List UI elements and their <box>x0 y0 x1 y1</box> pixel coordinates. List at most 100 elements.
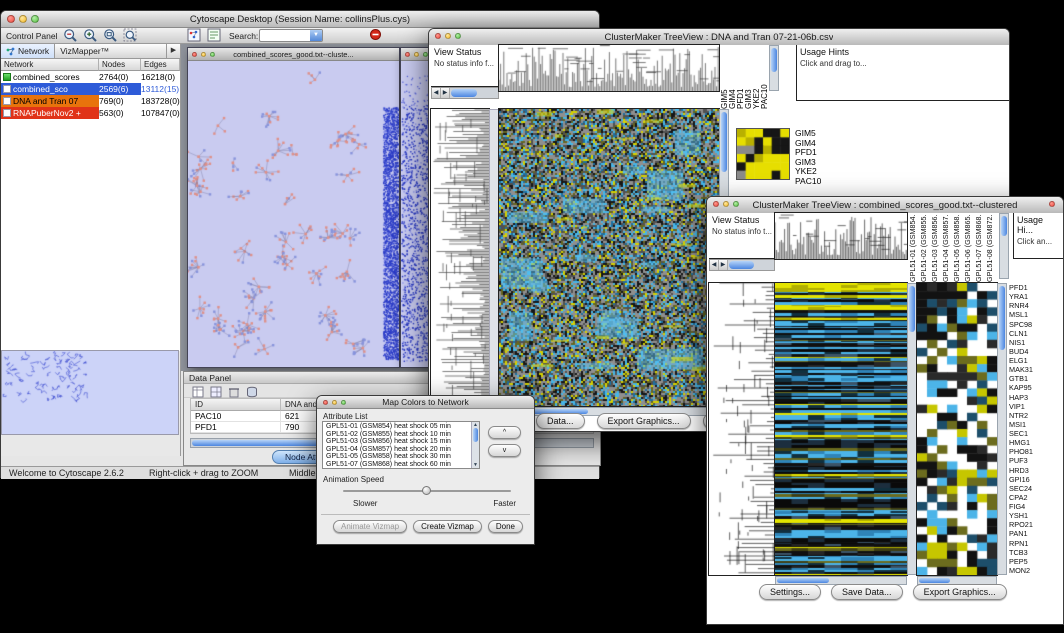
tv2-row-label[interactable]: PUF3 <box>1009 456 1063 465</box>
attribute-list-item[interactable]: GPL51-03 (GSM856) heat shock 15 min <box>324 438 470 446</box>
tab-vizmapper[interactable]: VizMapper™ <box>55 44 167 58</box>
network-overview-thumbnail[interactable] <box>2 351 178 434</box>
zoom-button[interactable] <box>455 33 461 39</box>
tv2-row-label[interactable]: MSI1 <box>1009 420 1063 429</box>
secondary-heatmap-canvas[interactable] <box>917 283 997 575</box>
animate-vizmap-button[interactable]: Animate Vizmap <box>333 520 407 533</box>
view-status-scrollbar[interactable]: ◀ ▶ <box>709 259 775 271</box>
scrollbar-thumb[interactable] <box>777 578 829 583</box>
view-status-scrollbar[interactable]: ◀ ▶ <box>431 87 499 99</box>
scroll-right-icon[interactable]: ▶ <box>719 260 728 270</box>
tv2-row-label[interactable]: GTB1 <box>1009 374 1063 383</box>
attribute-list-item[interactable]: GPL51-01 (GSM854) heat shock 05 min <box>324 423 470 431</box>
column-dendrogram[interactable] <box>775 213 907 259</box>
close-button[interactable] <box>435 33 441 39</box>
scrollbar-thumb[interactable] <box>721 112 727 172</box>
network-graph-canvas[interactable] <box>188 61 399 367</box>
tv2-row-label[interactable]: GPI16 <box>1009 475 1063 484</box>
tv2-row-label[interactable]: PEP5 <box>1009 557 1063 566</box>
scroll-left-icon[interactable]: ◀ <box>432 88 441 98</box>
heatmap-canvas[interactable] <box>499 109 719 406</box>
tv2-column-label[interactable]: GPL51-02 (GSM855... <box>918 214 929 282</box>
tv2-column-label[interactable]: GPL51-06 (GSM865... <box>962 214 973 282</box>
tv2-row-label[interactable]: MON2 <box>1009 566 1063 575</box>
attribute-list-item[interactable]: GPL51-05 (GSM858) heat shock 30 min <box>324 453 470 461</box>
tv2-column-label[interactable]: GPL51-08 (GSM872... <box>984 214 995 282</box>
tv1-column-label[interactable]: GIM5 <box>721 47 729 109</box>
scroll-left-icon[interactable]: ◀ <box>710 260 719 270</box>
tv1-row-label[interactable]: PAC10 <box>795 177 821 187</box>
scrollbar-thumb[interactable] <box>909 286 915 332</box>
slider-thumb[interactable] <box>422 486 431 495</box>
tv2-row-label[interactable]: FIG4 <box>1009 502 1063 511</box>
scrollbar-thumb[interactable] <box>729 261 754 269</box>
scroll-down-icon[interactable]: ▼ <box>472 462 479 468</box>
network-view-icon[interactable] <box>187 28 202 43</box>
scroll-right-icon[interactable]: ▶ <box>441 88 450 98</box>
zoom-fit-icon[interactable] <box>103 28 118 43</box>
column-label-scrollbar[interactable] <box>769 45 779 91</box>
tv2-button[interactable]: Settings... <box>759 584 821 600</box>
tv2-row-label[interactable]: CLN1 <box>1009 329 1063 338</box>
tv2-row-label[interactable]: SEC24 <box>1009 484 1063 493</box>
move-up-button[interactable]: ^ <box>488 426 521 439</box>
tv1-button[interactable]: Export Graphics... <box>597 413 691 429</box>
network-list-item[interactable]: combined_scores2764(0)16218(0) <box>1 71 180 83</box>
tv2-row-label[interactable]: NTR2 <box>1009 411 1063 420</box>
tv1-column-label[interactable]: PFD1 <box>737 47 745 109</box>
tv2-row-label[interactable]: HMG1 <box>1009 438 1063 447</box>
dialog-titlebar[interactable]: Map Colors to Network <box>317 396 534 409</box>
secondary-vscrollbar[interactable] <box>997 283 1007 575</box>
row-dendrogram[interactable] <box>709 283 775 575</box>
tv2-column-label[interactable]: GPL51-07 (GSM868... <box>973 214 984 282</box>
tv2-row-label[interactable]: YSH1 <box>1009 511 1063 520</box>
tv2-column-label[interactable]: GPL51-04 (GSM857... <box>940 214 951 282</box>
tv2-button[interactable]: Export Graphics... <box>913 584 1007 600</box>
scrollbar-thumb[interactable] <box>1001 216 1007 236</box>
scrollbar-track[interactable] <box>728 260 774 270</box>
network-list-item[interactable]: combined_sco2569(6)13112(15) <box>1 83 180 95</box>
tv2-button[interactable]: Save Data... <box>831 584 903 600</box>
done-button[interactable]: Done <box>488 520 523 533</box>
tv1-column-label[interactable]: YKE2 <box>753 47 761 109</box>
tv2-column-label[interactable]: GPL51-03 (GSM856... <box>929 214 940 282</box>
minimize-button[interactable] <box>332 400 337 405</box>
scrollbar-thumb[interactable] <box>473 428 478 442</box>
create-vizmap-button[interactable]: Create Vizmap <box>413 520 482 533</box>
zoom-button[interactable] <box>210 52 215 57</box>
tv2-row-label[interactable]: RPN1 <box>1009 539 1063 548</box>
tv2-row-label[interactable]: TCB3 <box>1009 548 1063 557</box>
treeview2-titlebar[interactable]: ClusterMaker TreeView : combined_scores_… <box>707 197 1063 214</box>
tv1-column-label[interactable]: PAC10 <box>761 47 769 109</box>
tab-network[interactable]: Network <box>1 44 55 58</box>
tv2-row-label[interactable]: SPC98 <box>1009 320 1063 329</box>
scrollbar-track[interactable] <box>450 88 498 98</box>
tv2-row-label[interactable]: ELG1 <box>1009 356 1063 365</box>
tv2-row-label[interactable]: VIP1 <box>1009 402 1063 411</box>
tv1-column-label[interactable]: GIM4 <box>729 47 737 109</box>
red-status-icon[interactable] <box>369 28 384 43</box>
list-vscrollbar[interactable]: ▲ ▼ <box>471 422 479 468</box>
row-dendrogram[interactable] <box>431 109 489 406</box>
column-label-scrollbar[interactable] <box>999 213 1009 279</box>
attribute-listbox[interactable]: GPL51-01 (GSM854) heat shock 05 min GPL51… <box>322 421 480 469</box>
network-list-item[interactable]: DNA and Tran 07769(0)183728(0) <box>1 95 180 107</box>
scrollbar-thumb[interactable] <box>771 48 777 72</box>
close-button[interactable] <box>192 52 197 57</box>
scrollbar-thumb[interactable] <box>451 89 477 97</box>
tv2-column-label[interactable]: GPL51-05 (GSM858... <box>951 214 962 282</box>
tv2-column-label[interactable]: GPL51-01 (GSM854... <box>907 214 918 282</box>
heatmap-canvas[interactable] <box>775 283 907 575</box>
zoom-button[interactable] <box>31 15 39 23</box>
column-header-nodes[interactable]: Nodes <box>99 59 141 71</box>
treeview1-titlebar[interactable]: ClusterMaker TreeView : DNA and Tran 07-… <box>429 29 1009 46</box>
chevron-down-icon[interactable]: ▼ <box>310 30 322 41</box>
zoom-button[interactable] <box>733 201 739 207</box>
tv2-row-label[interactable]: BUD4 <box>1009 347 1063 356</box>
tv2-row-label[interactable]: HAP3 <box>1009 393 1063 402</box>
animation-speed-slider[interactable] <box>343 486 511 496</box>
minimize-button[interactable] <box>414 52 419 57</box>
attribute-list-item[interactable]: GPL51-04 (GSM857) heat shock 20 min <box>324 446 470 454</box>
close-button[interactable] <box>405 52 410 57</box>
minimize-button[interactable] <box>201 52 206 57</box>
